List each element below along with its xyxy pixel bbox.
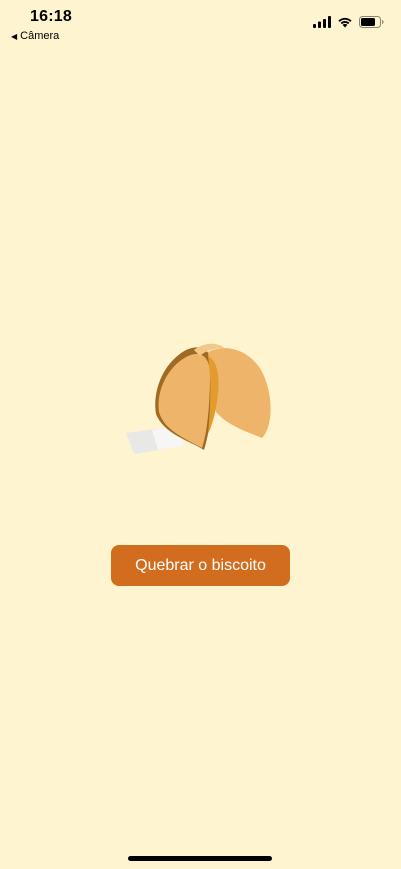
cellular-signal-icon [313, 16, 331, 28]
wifi-icon [338, 17, 352, 28]
back-to-camera-link[interactable]: ◀ Câmera [11, 30, 59, 42]
back-label: Câmera [20, 30, 60, 42]
status-bar: 16:18 ◀ Câmera [0, 0, 401, 46]
break-cookie-button[interactable]: Quebrar o biscoito [111, 545, 290, 586]
status-time: 16:18 [30, 8, 72, 25]
back-chevron-icon: ◀ [11, 31, 18, 41]
status-icons [313, 15, 384, 29]
fortune-cookie-image [126, 343, 271, 454]
battery-icon [359, 16, 384, 28]
home-indicator[interactable] [128, 856, 272, 861]
